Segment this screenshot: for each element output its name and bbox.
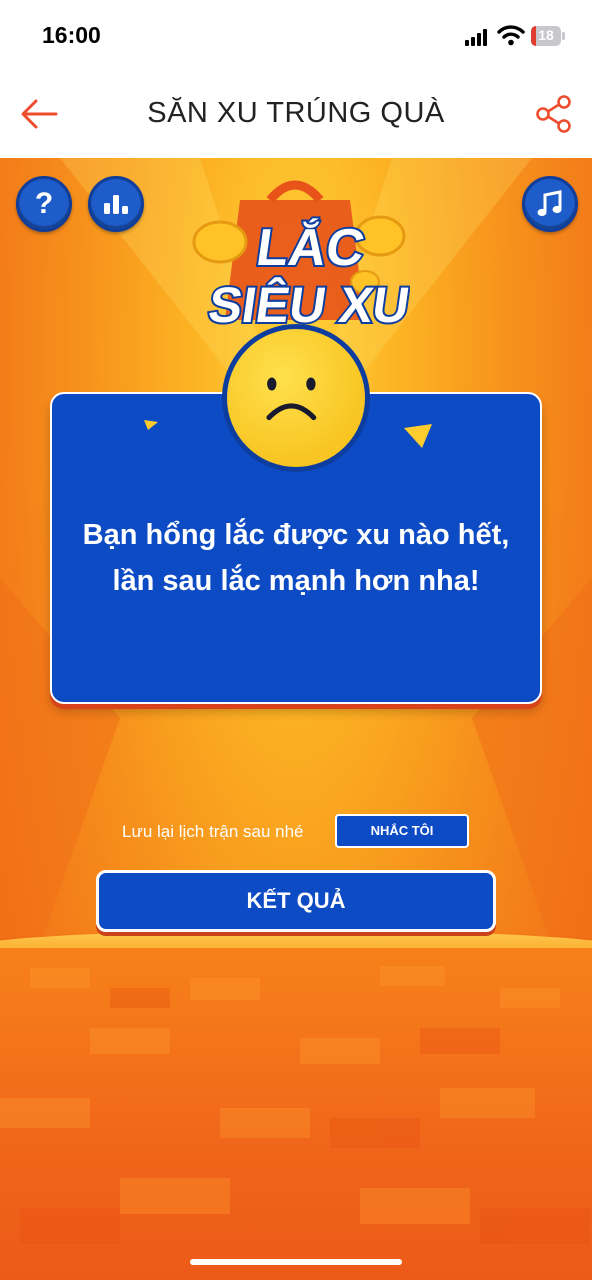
wifi-icon	[497, 25, 525, 46]
help-icon: ?	[34, 187, 54, 220]
status-time: 16:00	[42, 22, 101, 48]
music-button[interactable]	[522, 176, 578, 232]
remind-me-button[interactable]: NHẮC TÔI	[335, 814, 469, 848]
page-title: SĂN XU TRÚNG QUÀ	[147, 97, 445, 129]
result-message: Bạn hổng lắc được xu nào hết, lần sau lắ…	[52, 512, 540, 604]
bar-chart-icon	[104, 195, 128, 214]
arrow-left-icon[interactable]	[18, 94, 60, 134]
home-indicator	[190, 1259, 402, 1265]
battery-icon: 18	[531, 26, 565, 46]
battery-level: 18	[538, 27, 554, 43]
cellular-signal-icon	[465, 28, 491, 46]
status-bar: 16:00 18	[0, 0, 592, 70]
confetti-icon	[144, 420, 158, 430]
logo-line1: LẮC	[253, 218, 368, 277]
help-button[interactable]: ?	[16, 176, 72, 232]
result-message-line2: lần sau lắc mạnh hơn nha!	[112, 565, 480, 597]
floor-tiles	[0, 966, 590, 1244]
confetti-icon	[404, 424, 432, 448]
music-note-icon	[537, 190, 562, 217]
reminder-text: Lưu lại lịch trận sau nhé	[122, 822, 304, 841]
result-button[interactable]: KẾT QUẢ	[96, 870, 496, 932]
nav-bar: SĂN XU TRÚNG QUÀ	[0, 70, 592, 158]
game-area: ? LẮC SIÊU XU Bạn hổng lắc được xu nào h…	[0, 158, 592, 1280]
leaderboard-button[interactable]	[88, 176, 144, 232]
share-icon[interactable]	[534, 94, 574, 134]
reminder-row: Lưu lại lịch trận sau nhé NHẮC TÔI	[0, 814, 592, 850]
result-message-line1: Bạn hổng lắc được xu nào hết,	[82, 519, 510, 551]
stage-floor	[0, 948, 592, 1280]
sad-face-icon	[222, 324, 370, 472]
lac-sieu-xu-logo: LẮC SIÊU XU	[192, 180, 410, 335]
